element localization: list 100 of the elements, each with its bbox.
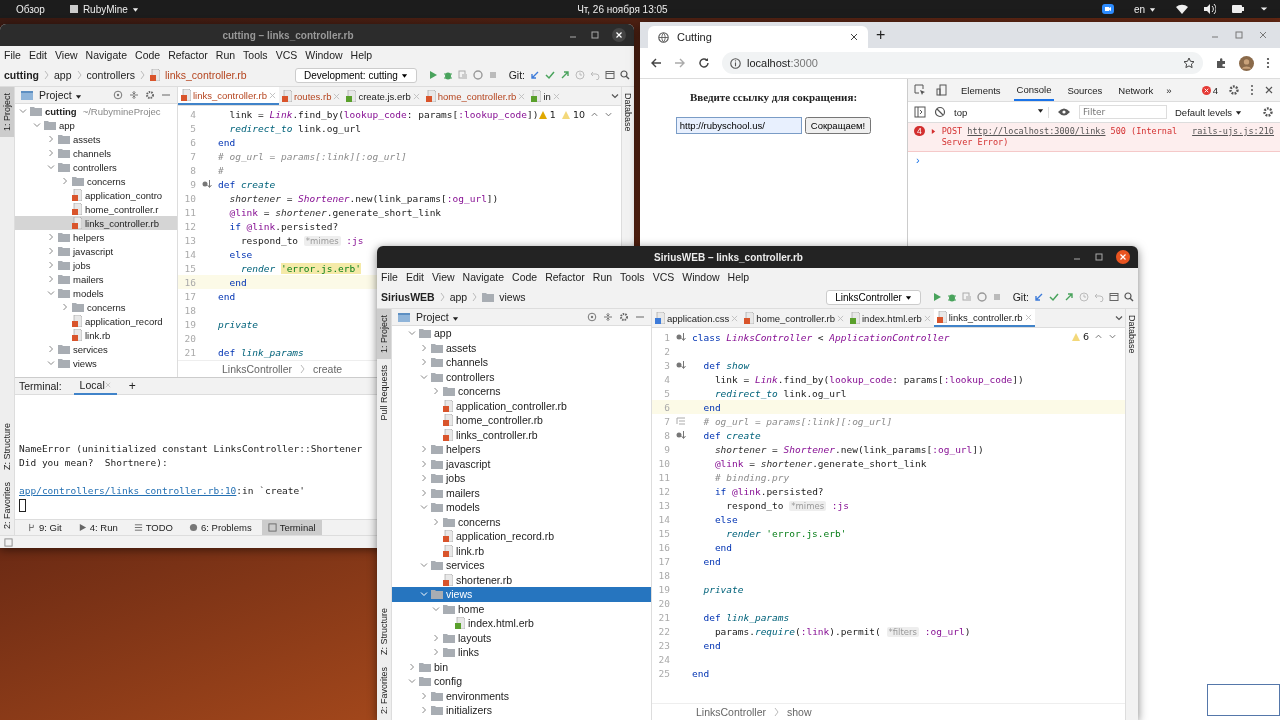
tree-item[interactable]: links_controller.rb	[392, 427, 651, 442]
maximize-icon[interactable]	[1094, 252, 1104, 262]
inspection-count[interactable]: 10	[560, 109, 585, 120]
tree-item[interactable]: services	[392, 558, 651, 573]
tree-item[interactable]: jobs	[15, 258, 177, 272]
devtools-tab[interactable]: Network	[1115, 79, 1157, 101]
url-input[interactable]: http://rubyschool.us/	[675, 117, 802, 134]
run-config-dropdown[interactable]: LinksController	[826, 289, 921, 305]
tree-item[interactable]: controllers	[15, 160, 177, 174]
breadcrumb-item[interactable]: cutting	[4, 69, 39, 81]
tree-item[interactable]: app	[15, 118, 177, 132]
settings-icon[interactable]	[145, 90, 155, 100]
menu-icon[interactable]	[1250, 84, 1254, 96]
device-icon[interactable]	[936, 84, 948, 96]
new-tab-button[interactable]: +	[868, 26, 894, 44]
tree-item[interactable]: home	[392, 601, 651, 616]
tool-window-button[interactable]: 9: Git	[21, 520, 68, 535]
tree-item[interactable]: link.rb	[392, 543, 651, 558]
more-tabs-button[interactable]: »	[1166, 84, 1172, 96]
tree-item[interactable]: mailers	[392, 485, 651, 500]
eye-icon[interactable]	[1057, 107, 1071, 117]
close-icon[interactable]	[1264, 85, 1274, 95]
tool-window-button[interactable]: 2: Favorites	[377, 660, 391, 720]
push-arrow-icon[interactable]	[560, 70, 570, 80]
layout-icon[interactable]	[4, 537, 13, 547]
coverage-icon[interactable]	[961, 292, 972, 302]
app-menu[interactable]: RubyMine	[60, 3, 147, 15]
editor-tab[interactable]: home_controller.rb	[741, 309, 847, 327]
check-icon[interactable]	[545, 70, 555, 80]
tree-item[interactable]: application_controller.rb	[392, 398, 651, 413]
tool-window-button[interactable]: Database	[1126, 309, 1138, 360]
menu-item[interactable]: Refactor	[545, 271, 585, 283]
tree-item[interactable]: concerns	[15, 300, 177, 314]
reload-icon[interactable]	[698, 57, 710, 69]
menu-item[interactable]: File	[4, 49, 21, 61]
close-icon[interactable]	[850, 33, 858, 41]
chevron-up-icon[interactable]	[590, 110, 599, 119]
menu-item[interactable]: View	[432, 271, 455, 283]
clear-icon[interactable]	[934, 106, 946, 118]
tree-item[interactable]: links	[392, 645, 651, 660]
maximize-icon[interactable]	[1234, 30, 1244, 40]
devtools-tab[interactable]: Elements	[958, 79, 1004, 101]
tool-window-button[interactable]: 6: Problems	[183, 520, 258, 535]
menu-item[interactable]: File	[381, 271, 398, 283]
tree-item[interactable]: home_controller.rb	[392, 413, 651, 428]
menu-item[interactable]: Run	[592, 271, 613, 283]
tree-item[interactable]: bin	[392, 659, 651, 674]
context-dropdown[interactable]: top	[954, 106, 1049, 118]
expand-icon[interactable]	[930, 129, 936, 134]
override-icon[interactable]	[676, 360, 686, 370]
chevron-up-icon[interactable]	[1094, 332, 1103, 341]
override-icon[interactable]	[676, 332, 686, 342]
clock[interactable]: Чт, 26 ноября 13:05	[569, 3, 676, 15]
tree-item[interactable]: assets	[15, 132, 177, 146]
override-icon[interactable]	[676, 430, 686, 440]
menu-item[interactable]: Help	[727, 271, 750, 283]
source-link[interactable]: rails-ujs.js:216	[1192, 126, 1274, 136]
settings-icon[interactable]	[1262, 106, 1274, 118]
coverage-icon[interactable]	[457, 70, 468, 80]
menu-item[interactable]: Code	[135, 49, 161, 61]
tree-item[interactable]: shortener.rb	[392, 572, 651, 587]
editor-tab[interactable]: links_controller.rb	[933, 309, 1035, 327]
settings-icon[interactable]	[619, 312, 629, 322]
collapse-icon[interactable]	[603, 312, 613, 322]
push-arrow-icon[interactable]	[1064, 292, 1074, 302]
menu-item[interactable]: Tools	[620, 271, 645, 283]
update-arrow-icon[interactable]	[1034, 292, 1044, 302]
inspection-count[interactable]: 6	[1070, 331, 1089, 342]
settings-icon[interactable]	[1228, 84, 1240, 96]
editor-tab[interactable]: in	[528, 87, 563, 105]
extensions-icon[interactable]	[1215, 57, 1227, 69]
close-icon[interactable]	[1116, 250, 1130, 264]
camera-icon[interactable]	[1101, 4, 1114, 14]
breadcrumb-item[interactable]: views	[499, 291, 526, 303]
tool-window-button[interactable]: TODO	[127, 520, 179, 535]
bug-icon[interactable]	[946, 292, 957, 302]
tool-window-button[interactable]: Database	[622, 87, 634, 138]
browser-tab[interactable]: Cutting	[648, 26, 868, 48]
tree-item[interactable]: assets	[392, 340, 651, 355]
update-arrow-icon[interactable]	[530, 70, 540, 80]
tree-item[interactable]: jobs	[392, 471, 651, 486]
editor-tab[interactable]: home_controller.rb	[422, 87, 529, 105]
menu-item[interactable]: Edit	[28, 49, 47, 61]
tree-item[interactable]: config	[392, 674, 651, 689]
breadcrumb-item[interactable]: show	[787, 706, 812, 718]
volume-icon[interactable]	[1204, 4, 1216, 14]
tree-item[interactable]: environments	[392, 688, 651, 703]
undo-icon[interactable]	[1094, 292, 1104, 302]
history-icon[interactable]	[575, 70, 585, 80]
editor-tab[interactable]: links_controller.rb	[178, 87, 279, 105]
error-count[interactable]: 4	[1201, 84, 1218, 96]
close-icon[interactable]	[612, 28, 626, 42]
add-button[interactable]: +	[128, 379, 136, 393]
tool-window-button[interactable]: Z: Structure	[377, 601, 391, 661]
tree-item[interactable]: services	[15, 342, 177, 356]
menu-item[interactable]: VCS	[275, 49, 298, 61]
back-icon[interactable]	[650, 57, 662, 69]
menu-item[interactable]: Edit	[405, 271, 424, 283]
breadcrumb-item[interactable]: app	[54, 69, 72, 81]
star-icon[interactable]	[1183, 57, 1195, 69]
